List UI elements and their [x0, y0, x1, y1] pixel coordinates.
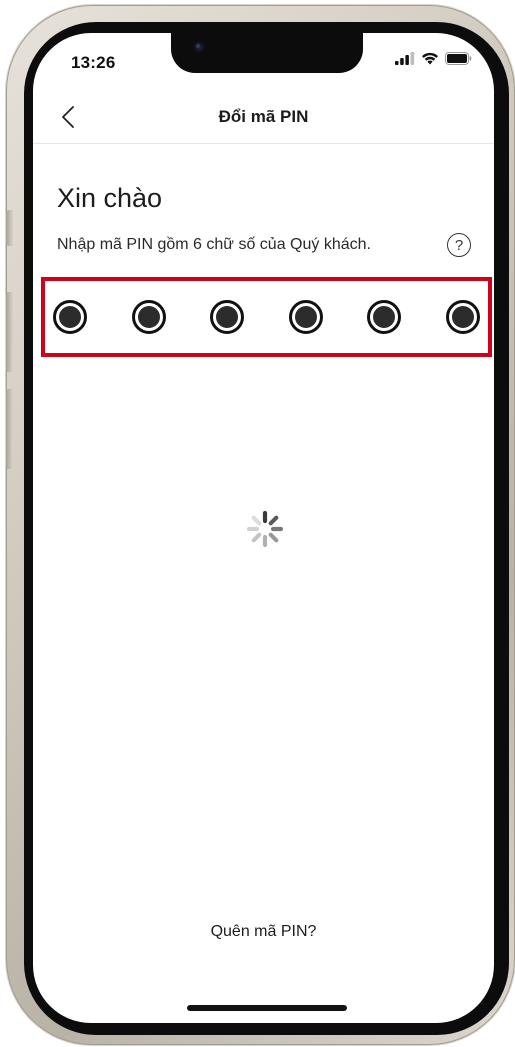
- volume-up-button: [6, 292, 13, 372]
- pin-dot-3: [210, 300, 245, 334]
- pin-dot-6: [445, 300, 480, 334]
- status-icons: [395, 52, 472, 65]
- page-title: Đổi mã PIN: [218, 107, 309, 126]
- device-mockup: 13:26 Đổi mã PIN Xin chào Nhập mã PIN gồ…: [0, 0, 515, 1047]
- pin-input-highlight[interactable]: [41, 277, 492, 357]
- help-button[interactable]: ?: [447, 233, 471, 257]
- pin-dot-fill: [294, 306, 317, 328]
- pin-dot-fill: [59, 306, 81, 328]
- phone-screen: 13:26 Đổi mã PIN Xin chào Nhập mã PIN gồ…: [33, 33, 494, 1023]
- pin-dot-fill: [137, 306, 160, 328]
- volume-down-button: [6, 389, 13, 469]
- question-circle-icon: ?: [454, 236, 464, 254]
- signal-icon: [395, 52, 415, 65]
- navigation-bar: Đổi mã PIN: [33, 95, 494, 144]
- pin-dot-1: [53, 300, 87, 334]
- pin-instruction-text: Nhập mã PIN gồm 6 chữ số của Quý khách.: [57, 236, 371, 253]
- status-time: 13:26: [71, 53, 116, 72]
- home-indicator: [187, 1005, 347, 1011]
- battery-icon: [445, 52, 472, 65]
- pin-dot-fill: [451, 306, 474, 328]
- forgot-pin-link[interactable]: Quên mã PIN?: [33, 923, 494, 941]
- mute-switch: [6, 210, 13, 246]
- wifi-icon: [422, 52, 438, 65]
- pin-dot-5: [367, 300, 402, 334]
- pin-dot-fill: [373, 306, 396, 328]
- greeting-heading: Xin chào: [57, 183, 163, 213]
- camera-lens: [196, 44, 200, 48]
- pin-dots-row[interactable]: [53, 281, 480, 353]
- loading-spinner-icon: [246, 510, 284, 548]
- pin-dot-4: [288, 300, 323, 334]
- pin-dot-fill: [216, 306, 239, 328]
- notch: [171, 33, 363, 73]
- pin-dot-2: [131, 300, 166, 334]
